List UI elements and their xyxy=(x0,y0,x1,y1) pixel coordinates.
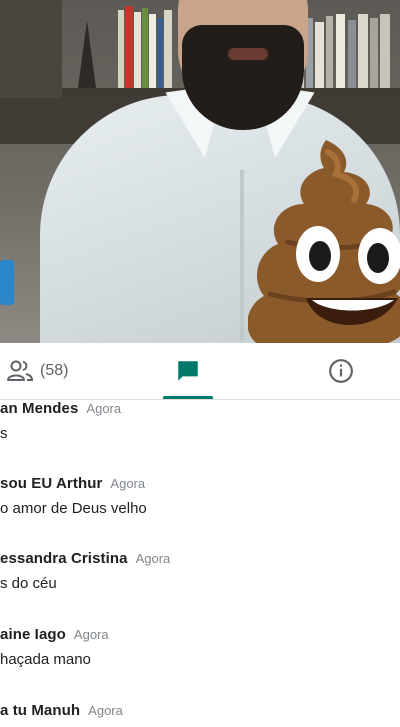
chat-icon xyxy=(178,361,198,381)
tab-bar: (58) xyxy=(0,343,400,400)
tab-chat[interactable] xyxy=(150,343,226,399)
message-time: Agora xyxy=(86,401,122,416)
shirt-placket xyxy=(240,170,244,340)
message-sender: a tu Manuh xyxy=(0,702,81,719)
bookshelf-left xyxy=(0,0,62,98)
person-mouth xyxy=(228,48,268,60)
message-time: Agora xyxy=(135,551,171,566)
chat-message: aine Iago Agora haçada mano xyxy=(0,626,400,668)
chat-message: sou EU Arthur Agora o amor de Deus velho xyxy=(0,475,400,517)
chat-message: an Mendes Agora s xyxy=(0,400,400,442)
message-text: o amor de Deus velho xyxy=(0,500,147,517)
message-sender: aine Iago xyxy=(0,626,66,643)
chat-message: a tu Manuh Agora xyxy=(0,702,400,727)
chat-message: essandra Cristina Agora s do céu xyxy=(0,550,400,592)
eiffel-figurine xyxy=(78,20,96,88)
participant-video[interactable] xyxy=(0,0,400,343)
participant-count: (58) xyxy=(40,362,69,379)
message-text: haçada mano xyxy=(0,651,91,668)
pile-of-poo-emoji xyxy=(248,140,400,343)
shelf-books-left xyxy=(118,6,178,88)
message-sender: an Mendes xyxy=(0,400,79,417)
message-text: s do céu xyxy=(0,575,57,592)
blue-object xyxy=(0,260,14,305)
chat-message-list[interactable]: an Mendes Agora s sou EU Arthur Agora o am… xyxy=(0,400,400,727)
people-icon xyxy=(7,360,34,381)
info-icon xyxy=(329,359,353,383)
shelf-books-right xyxy=(296,14,400,88)
tab-info[interactable] xyxy=(318,343,364,399)
message-time: Agora xyxy=(88,703,123,718)
message-sender: essandra Cristina xyxy=(0,550,128,567)
message-time: Agora xyxy=(110,476,146,491)
message-text: s xyxy=(0,425,8,442)
message-sender: sou EU Arthur xyxy=(0,475,103,492)
active-tab-indicator xyxy=(163,396,213,399)
message-time: Agora xyxy=(73,627,109,642)
tab-people[interactable]: (58) xyxy=(0,343,86,399)
